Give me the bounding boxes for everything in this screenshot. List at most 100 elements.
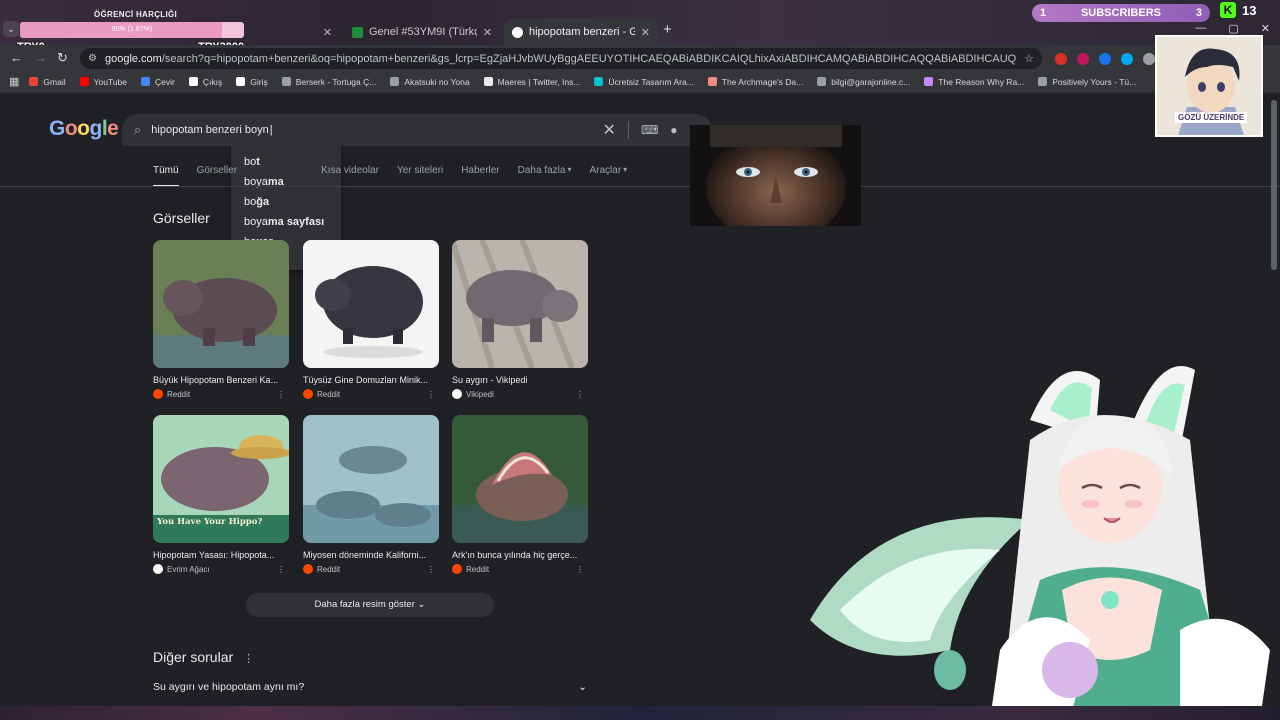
more-options-icon[interactable]: ⋮	[277, 565, 285, 574]
bookmark-item[interactable]: The Archmage's Da...	[707, 76, 804, 87]
image-result-thumbnail[interactable]	[303, 240, 439, 368]
result-tab[interactable]: Tümü	[153, 165, 179, 187]
tab-close-icon[interactable]: ✕	[641, 26, 650, 39]
bookmark-item[interactable]: YouTube	[79, 77, 127, 87]
source-favicon-icon	[452, 564, 462, 574]
search-input[interactable]: hipopotam benzeri boyn	[151, 124, 602, 136]
result-tab[interactable]: Yer siteleri	[397, 165, 443, 187]
image-result-caption[interactable]: Miyosen döneminde Kaliforni...	[303, 550, 439, 560]
tab-google-search[interactable]: hipopotam benzeri - Google'da ✕	[504, 19, 658, 45]
more-options-icon[interactable]: ⋮	[427, 565, 435, 574]
bookmark-item[interactable]: Maeres | Twitter, Ins...	[483, 76, 581, 87]
more-options-icon[interactable]: ⋮	[427, 390, 435, 399]
image-result-card[interactable]: Miyosen döneminde Kaliforni... Reddit ⋮	[303, 415, 439, 574]
image-result-card[interactable]: Ark'ın bunca yılında hiç gerçe... Reddit ⋮	[452, 415, 588, 574]
kick-logo-icon: K	[1220, 2, 1236, 18]
bookmark-item[interactable]: Positively Yours - Tü...	[1038, 77, 1136, 87]
image-result-card[interactable]: Büyük Hipopotam Benzeri Ka... Reddit ⋮	[153, 240, 289, 399]
bookmark-item[interactable]: Giriş	[236, 77, 268, 87]
bookmark-item[interactable]: Çevir	[141, 77, 175, 87]
source-favicon-icon	[153, 564, 163, 574]
autocomplete-suggestion[interactable]: boyama sayfası	[231, 212, 341, 232]
image-result-caption[interactable]: Ark'ın bunca yılında hiç gerçe...	[452, 550, 588, 560]
bookmark-favicon-icon	[390, 77, 400, 86]
image-result-thumbnail[interactable]	[303, 415, 439, 543]
search-result-tabs: Tümü Görseller Kısa videolar Yer siteleri Ha…	[153, 165, 645, 187]
result-tab[interactable]: Haberler	[461, 165, 499, 187]
image-result-caption[interactable]: Hipopotam Yasası: Hipopota...	[153, 550, 289, 560]
clear-search-icon[interactable]: ✕	[603, 120, 616, 140]
image-result-thumbnail[interactable]: You Have Your Hippo?	[153, 415, 289, 543]
apps-grid-icon[interactable]: ▦	[9, 75, 19, 88]
extension-icon[interactable]	[1077, 53, 1089, 65]
reload-icon[interactable]: ↻	[57, 50, 68, 66]
extension-icon[interactable]	[1099, 53, 1111, 65]
image-result-thumbnail[interactable]	[452, 415, 588, 543]
image-result-caption[interactable]: Su aygırı - Vikipedi	[452, 375, 588, 385]
bookmark-favicon-icon	[29, 77, 39, 86]
thumbnail-poster-text: You Have Your Hippo?	[157, 517, 263, 527]
result-tab[interactable]: Görseller	[197, 165, 238, 187]
bookmark-item[interactable]: Çıkış	[188, 77, 222, 87]
image-result-card[interactable]: Su aygırı - Vikipedi Vikipedi ⋮	[452, 240, 588, 399]
close-window-icon[interactable]: ✕	[1261, 22, 1270, 35]
image-result-source-name: Vikipedi	[466, 389, 494, 399]
image-result-thumbnail[interactable]	[153, 240, 289, 368]
tab-search-button[interactable]: ⌄	[3, 21, 19, 37]
image-result-thumbnail[interactable]	[452, 240, 588, 368]
bookmark-item[interactable]: Akatsuki no Yona	[390, 77, 470, 87]
chevron-down-icon: ⌄	[578, 681, 587, 693]
minimize-icon[interactable]: —	[1195, 22, 1206, 35]
microphone-icon[interactable]: ●	[670, 123, 677, 137]
maximize-icon[interactable]: ▢	[1228, 22, 1238, 35]
autocomplete-suggestion[interactable]: boğa	[231, 192, 341, 212]
related-question-item[interactable]: Su aygırı ve hipopotam aynı mı? ⌄	[153, 681, 587, 693]
tab-close-icon[interactable]: ✕	[323, 26, 332, 39]
new-tab-button[interactable]: +	[663, 21, 672, 38]
bookmark-item[interactable]: Berserk - Tortuga Ç...	[281, 77, 376, 87]
search-box[interactable]: ⌕ hipopotam benzeri boyn ✕ ⌨ ● ◎	[122, 114, 712, 146]
address-bar[interactable]: ⚙ google.com/search?q=hipopotam+benzeri&…	[80, 48, 1042, 69]
kick-viewer-badge: K 13	[1220, 2, 1256, 18]
result-tab[interactable]: Kısa videolar	[321, 165, 379, 187]
keyboard-icon[interactable]: ⌨	[641, 123, 658, 137]
more-options-icon[interactable]: ⋮	[576, 565, 584, 574]
bookmark-label: The Archmage's Da...	[721, 76, 804, 87]
source-favicon-icon	[153, 389, 163, 399]
tab-favicon-icon	[352, 26, 363, 38]
image-result-card[interactable]: Tüysüz Gine Domuzları Minik... Reddit ⋮	[303, 240, 439, 399]
extension-icon[interactable]	[1121, 53, 1133, 65]
more-images-button[interactable]: Daha fazla resim göster ⌄	[246, 593, 494, 617]
bookmark-item[interactable]: Gmail	[29, 77, 66, 87]
tab-discord[interactable]: Genel #53YM9I (Türkçe) - G ✕	[344, 19, 500, 45]
tab-close-icon[interactable]: ✕	[483, 26, 492, 39]
google-logo[interactable]: Google	[49, 117, 119, 141]
more-options-icon[interactable]: ⋮	[576, 390, 584, 399]
bookmark-favicon-icon	[1038, 77, 1048, 86]
result-tab[interactable]: Daha fazla	[518, 165, 566, 187]
bookmark-star-icon[interactable]: ☆	[1024, 52, 1034, 65]
forward-icon[interactable]: →	[34, 50, 47, 65]
bookmark-item[interactable]: Ücretsiz Tasarım Ara...	[594, 77, 694, 87]
more-options-icon[interactable]: ⋮	[277, 390, 285, 399]
bookmark-favicon-icon	[483, 77, 493, 86]
bookmark-label: Çevir	[155, 76, 175, 87]
result-tab[interactable]: Araçlar	[589, 165, 621, 187]
bookmark-favicon-icon	[924, 77, 934, 86]
image-result-caption[interactable]: Tüysüz Gine Domuzları Minik...	[303, 375, 439, 385]
related-questions-title: Diğer sorular ⋮	[153, 649, 255, 665]
subscribers-goal: 3	[1195, 7, 1202, 19]
bookmark-item[interactable]: bilgi@garajonline.c...	[817, 77, 910, 87]
back-icon[interactable]: ←	[10, 50, 23, 65]
image-result-card[interactable]: You Have Your Hippo? Hipopotam Yasası: Hi…	[153, 415, 289, 574]
site-info-icon[interactable]: ⚙	[88, 53, 97, 64]
image-result-caption[interactable]: Büyük Hipopotam Benzeri Ka...	[153, 375, 289, 385]
page-scrollbar[interactable]	[1271, 100, 1277, 270]
image-result-source: Reddit ⋮	[452, 564, 588, 574]
bookmark-label: Maeres | Twitter, Ins...	[497, 76, 581, 87]
extension-adblock-icon[interactable]	[1055, 53, 1067, 65]
extensions-puzzle-icon[interactable]	[1143, 53, 1155, 65]
header-divider	[0, 186, 1280, 187]
more-options-icon[interactable]: ⋮	[243, 653, 254, 665]
bookmark-item[interactable]: The Reason Why Ra...	[924, 77, 1024, 87]
